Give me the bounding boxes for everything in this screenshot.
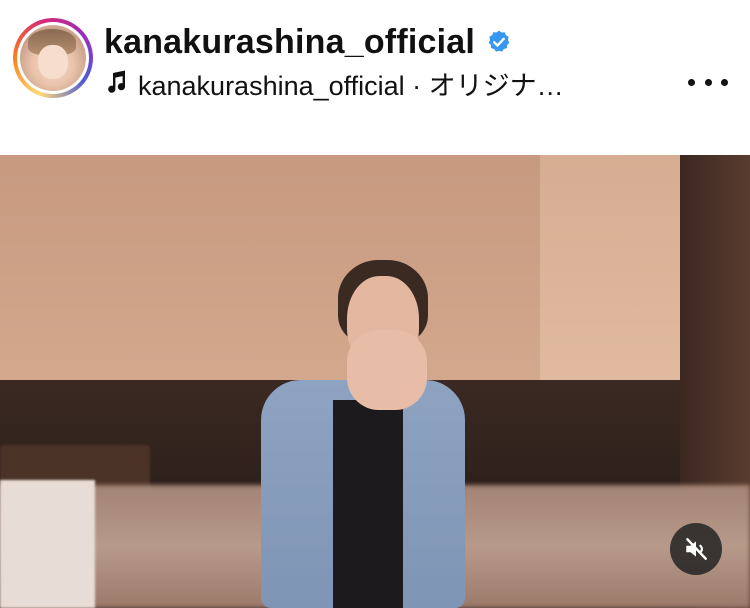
person-hands [347, 330, 427, 410]
more-options-button[interactable] [688, 68, 728, 96]
avatar-photo [20, 25, 86, 91]
post-header: kanakurashina_official kanakurashina_off… [0, 0, 750, 155]
avatar-face [38, 45, 68, 79]
video-person [255, 260, 475, 608]
avatar[interactable] [13, 18, 93, 98]
mute-button[interactable] [670, 523, 722, 575]
more-options-icon [688, 78, 695, 86]
more-options-dot [721, 78, 728, 86]
reel-video[interactable] [0, 155, 750, 608]
verified-badge-icon [488, 30, 510, 52]
mute-icon [686, 538, 707, 560]
person-inner-top [333, 400, 403, 608]
music-note-icon [108, 70, 125, 93]
avatar-border [17, 22, 89, 94]
audio-label: kanakurashina_official · オリジナ… [138, 70, 564, 101]
more-options-dot [704, 78, 712, 86]
username[interactable]: kanakurashina_official [104, 22, 475, 62]
video-paper [0, 480, 95, 608]
audio-row[interactable]: kanakurashina_official · オリジナ… [104, 66, 564, 101]
